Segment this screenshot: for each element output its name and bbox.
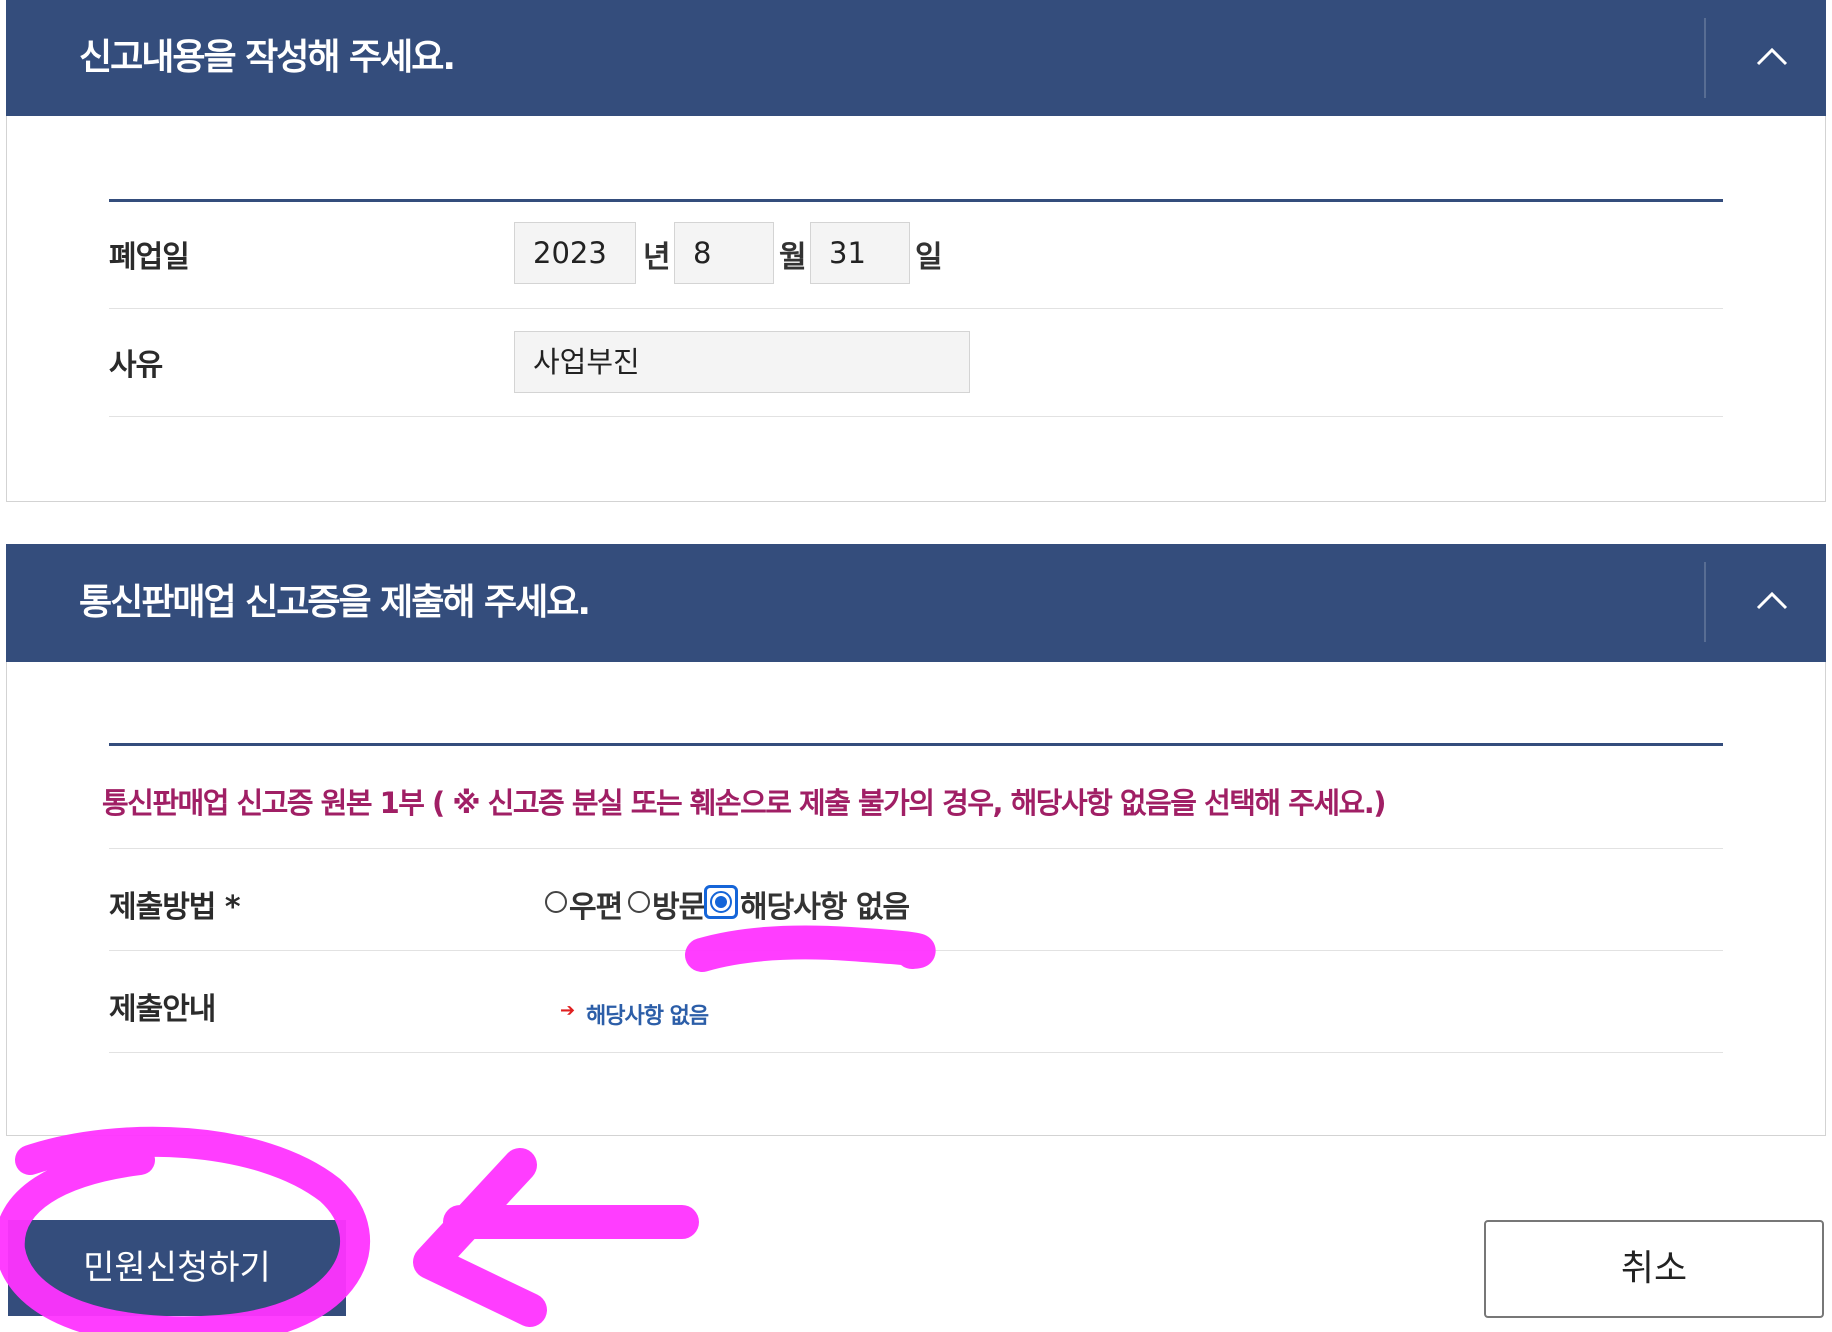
- section2-title: 통신판매업 신고증을 제출해 주세요.: [79, 582, 591, 623]
- day-unit: 일: [915, 240, 943, 275]
- month-unit: 월: [779, 240, 807, 275]
- closure-year-input[interactable]: 2023: [514, 222, 636, 284]
- row-divider: [109, 950, 1723, 951]
- document-notice: 통신판매업 신고증 원본 1부 ( ※ 신고증 분실 또는 훼손으로 제출 불가…: [102, 786, 1387, 820]
- header-divider: [1704, 18, 1706, 98]
- reason-label: 사유: [109, 348, 163, 383]
- closure-day-input[interactable]: 31: [810, 222, 910, 284]
- cancel-button[interactable]: 취소: [1484, 1220, 1824, 1318]
- radio-visit-label[interactable]: 방문: [652, 882, 706, 926]
- table-top-rule: [109, 743, 1723, 746]
- section2-collapse-button[interactable]: [1742, 572, 1802, 632]
- section1-body: 폐업일 2023 년 8 월 31 일 사유 사업부진: [6, 116, 1826, 502]
- radio-not-applicable-label[interactable]: 해당사항 없음: [740, 882, 910, 926]
- submit-method-label: 제출방법 *: [109, 890, 241, 925]
- reason-input[interactable]: 사업부진: [514, 331, 970, 393]
- submit-application-button[interactable]: 민원신청하기: [8, 1220, 346, 1316]
- chevron-up-icon: [1756, 591, 1788, 610]
- row-divider: [109, 848, 1723, 849]
- table-top-rule: [109, 199, 1723, 202]
- arrow-annotation: [413, 1148, 699, 1327]
- section1-title: 신고내용을 작성해 주세요.: [79, 37, 456, 78]
- row-divider: [109, 308, 1723, 309]
- row-divider: [109, 1052, 1723, 1053]
- section1-collapse-button[interactable]: [1742, 28, 1802, 88]
- guide-label: 제출안내: [109, 992, 216, 1027]
- section2-header: 통신판매업 신고증을 제출해 주세요.: [6, 544, 1826, 662]
- section1-header: 신고내용을 작성해 주세요.: [6, 0, 1826, 116]
- year-unit: 년: [643, 240, 671, 275]
- radio-visit[interactable]: [628, 891, 650, 913]
- closure-month-input[interactable]: 8: [674, 222, 774, 284]
- radio-not-applicable[interactable]: [710, 891, 732, 913]
- header-divider: [1704, 562, 1706, 642]
- guide-text: 해당사항 없음: [586, 1004, 709, 1029]
- section2-body: 제출방법 * 제출안내: [6, 662, 1826, 1136]
- radio-post[interactable]: [545, 891, 567, 913]
- closure-date-label: 폐업일: [109, 240, 190, 275]
- red-arrow-icon: ➔: [560, 1000, 576, 1021]
- radio-post-label[interactable]: 우편: [569, 882, 623, 926]
- row-divider: [109, 416, 1723, 417]
- chevron-up-icon: [1756, 47, 1788, 66]
